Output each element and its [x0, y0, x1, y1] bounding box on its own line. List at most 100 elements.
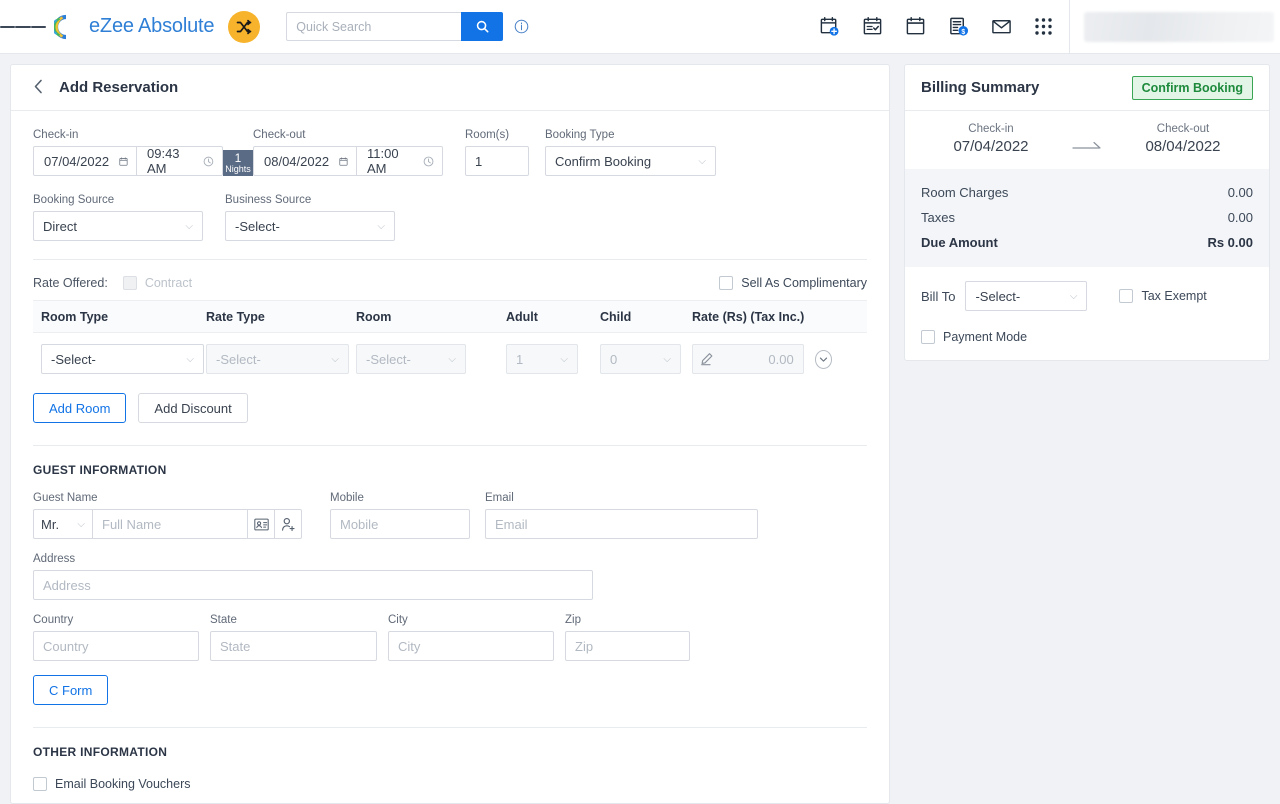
arrow-right-icon: [1061, 126, 1113, 152]
calendar-add-icon[interactable]: [819, 16, 840, 37]
adult-select[interactable]: 1 ⌵: [506, 344, 578, 374]
room-select[interactable]: -Select- ⌵: [356, 344, 466, 374]
room-type-select[interactable]: -Select- ⌵: [41, 344, 204, 374]
email-group: Email: [485, 492, 758, 539]
child-select[interactable]: 0 ⌵: [600, 344, 681, 374]
billing-checkout: Check-out 08/04/2022: [1113, 123, 1253, 155]
address-label: Address: [33, 553, 867, 565]
status-badge[interactable]: Confirm Booking: [1132, 76, 1253, 100]
billing-checkout-label: Check-out: [1113, 123, 1253, 135]
chevron-down-icon: ⌵: [448, 354, 456, 365]
state-label: State: [210, 614, 377, 626]
due-amount-label: Due Amount: [921, 235, 998, 250]
checkout-label: Check-out: [253, 129, 443, 141]
checkout-time-input[interactable]: 11:00 AM: [357, 146, 443, 176]
top-icon-group: $: [819, 16, 1069, 37]
rate-input[interactable]: 0.00: [692, 344, 804, 374]
user-account-area[interactable]: [1084, 12, 1274, 42]
salutation-select[interactable]: Mr. ⌵: [33, 509, 93, 539]
ezee-logo-icon: [54, 14, 82, 40]
c-form-button[interactable]: C Form: [33, 675, 108, 705]
envelope-icon[interactable]: [991, 16, 1012, 37]
billing-checkin: Check-in 07/04/2022: [921, 123, 1061, 155]
guest-name-label: Guest Name: [33, 492, 302, 504]
rooms-group: Room(s) 1: [465, 129, 529, 176]
brand-name: eZee Absolute: [89, 15, 214, 38]
checkin-date-value: 07/04/2022: [44, 154, 109, 169]
room-table-header: Room Type Rate Type Room Adult Child Rat…: [33, 300, 867, 333]
chevron-down-icon: ⌵: [186, 354, 194, 365]
chevron-down-icon: ⌵: [331, 354, 339, 365]
person-add-icon[interactable]: [275, 509, 302, 539]
booking-source-select[interactable]: Direct ⌵: [33, 211, 203, 241]
adult-value: 1: [516, 352, 523, 367]
zip-input[interactable]: [565, 631, 690, 661]
calendar-check-icon[interactable]: [862, 16, 883, 37]
search-button[interactable]: [461, 12, 503, 41]
add-room-button[interactable]: Add Room: [33, 393, 126, 423]
search-input[interactable]: [286, 12, 461, 41]
address-input[interactable]: [33, 570, 593, 600]
billing-checkin-date: 07/04/2022: [921, 138, 1061, 155]
complimentary-checkbox-group[interactable]: Sell As Complimentary: [719, 276, 867, 290]
hamburger-icon[interactable]: [0, 23, 46, 30]
state-input[interactable]: [210, 631, 377, 661]
card-header: Add Reservation: [11, 65, 889, 111]
shuffle-icon[interactable]: [228, 11, 260, 43]
payment-mode-checkbox-group[interactable]: Payment Mode: [921, 330, 1253, 344]
room-value: -Select-: [366, 352, 411, 367]
calendar-icon: [339, 155, 348, 168]
mobile-group: Mobile: [330, 492, 470, 539]
rate-type-value: -Select-: [216, 352, 261, 367]
email-input[interactable]: [485, 509, 758, 539]
country-group: Country: [33, 614, 199, 661]
child-value: 0: [610, 352, 617, 367]
business-source-value: -Select-: [235, 219, 280, 234]
calendar-icon[interactable]: [905, 16, 926, 37]
th-rate: Rate (Rs) (Tax Inc.): [692, 310, 832, 324]
checkout-date-input[interactable]: 08/04/2022: [253, 146, 357, 176]
taxes-label: Taxes: [921, 210, 955, 225]
id-card-icon[interactable]: [248, 509, 275, 539]
amount-row: Room Charges 0.00: [921, 180, 1253, 205]
quick-search: [286, 12, 503, 41]
chevron-down-circle-icon[interactable]: [815, 350, 832, 369]
th-rate-type: Rate Type: [206, 310, 356, 324]
room-charges-label: Room Charges: [921, 185, 1008, 200]
clock-icon: [423, 155, 434, 168]
email-label: Email: [485, 492, 758, 504]
rooms-input[interactable]: 1: [465, 146, 529, 176]
add-discount-button[interactable]: Add Discount: [138, 393, 247, 423]
complimentary-checkbox: [719, 276, 733, 290]
full-name-input[interactable]: [93, 509, 248, 539]
th-adult: Adult: [506, 310, 600, 324]
booking-source-group: Booking Source Direct ⌵: [33, 194, 203, 241]
contract-label: Contract: [145, 276, 192, 290]
checkin-time-input[interactable]: 09:43 AM: [137, 146, 223, 176]
billing-dates: Check-in 07/04/2022 Check-out 08/04/2022: [905, 111, 1269, 169]
tax-exempt-checkbox-group[interactable]: Tax Exempt: [1119, 289, 1206, 303]
checkin-date-input[interactable]: 07/04/2022: [33, 146, 137, 176]
info-circle-icon[interactable]: [514, 19, 529, 34]
rate-type-select[interactable]: -Select- ⌵: [206, 344, 349, 374]
business-source-select[interactable]: -Select- ⌵: [225, 211, 395, 241]
mobile-input[interactable]: [330, 509, 470, 539]
city-group: City: [388, 614, 554, 661]
booking-type-select[interactable]: Confirm Booking ⌵: [545, 146, 716, 176]
top-navigation-bar: eZee Absolute: [0, 0, 1280, 54]
city-input[interactable]: [388, 631, 554, 661]
reservation-form: Check-in 07/04/2022 09:43 AM: [11, 111, 889, 791]
page-content: Add Reservation Check-in 07/04/2022: [0, 54, 1280, 804]
apps-grid-icon[interactable]: [1034, 17, 1053, 36]
chevron-down-icon: ⌵: [663, 354, 671, 365]
email-vouchers-checkbox-group[interactable]: Email Booking Vouchers: [33, 777, 867, 791]
bill-to-select[interactable]: -Select- ⌵: [965, 281, 1087, 311]
invoice-dollar-icon[interactable]: $: [948, 16, 969, 37]
contract-checkbox-group[interactable]: Contract: [123, 276, 192, 290]
tax-exempt-checkbox: [1119, 289, 1133, 303]
billing-checkin-label: Check-in: [921, 123, 1061, 135]
salutation-value: Mr.: [41, 517, 59, 532]
chevron-left-icon[interactable]: [33, 79, 44, 97]
country-input[interactable]: [33, 631, 199, 661]
th-child: Child: [600, 310, 692, 324]
